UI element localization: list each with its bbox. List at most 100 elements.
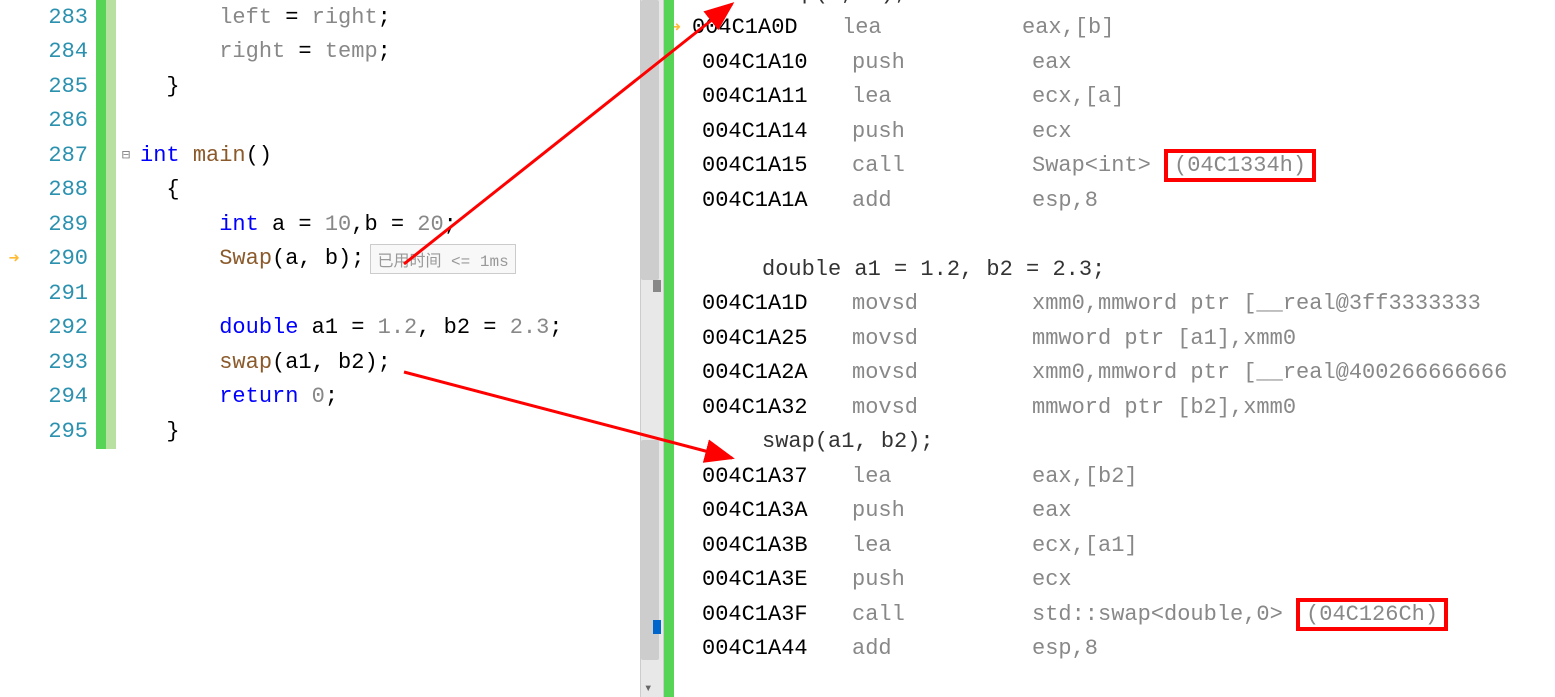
asm-mnemonic: push	[852, 50, 1032, 75]
highlighted-address: (04C1334h)	[1164, 149, 1316, 182]
asm-source-line[interactable]: swap(a1, b2);	[692, 425, 1555, 460]
code-text[interactable]: right = temp;	[136, 39, 391, 64]
change-indicator	[96, 207, 106, 242]
asm-address: 004C1A10	[702, 50, 852, 75]
asm-mnemonic: add	[852, 188, 1032, 213]
asm-address: 004C1A3B	[702, 533, 852, 558]
asm-operands: mmword ptr [a1],xmm0	[1032, 326, 1555, 351]
change-indicator	[106, 35, 116, 70]
source-code-pane[interactable]: 283 left = right;284 right = temp;285 }2…	[0, 0, 640, 697]
asm-line[interactable]: 004C1A2Amovsdxmm0,mmword ptr [__real@400…	[692, 356, 1555, 391]
asm-address: 004C1A3A	[702, 498, 852, 523]
code-text[interactable]: double a1 = 1.2, b2 = 2.3;	[136, 315, 563, 340]
line-number: 284	[28, 39, 96, 64]
change-indicator	[96, 69, 106, 104]
change-indicator	[96, 0, 106, 35]
code-text[interactable]: int main()	[136, 143, 272, 168]
source-line[interactable]: ➜290 Swap(a, b);已用时间 <= 1ms	[0, 242, 640, 277]
source-line[interactable]: 288 {	[0, 173, 640, 208]
line-number: 288	[28, 177, 96, 202]
asm-operands: xmm0,mmword ptr [__real@3ff3333333	[1032, 291, 1555, 316]
line-number: 285	[28, 74, 96, 99]
asm-line[interactable]: 004C1A3Epushecx	[692, 563, 1555, 598]
source-line[interactable]: 285 }	[0, 69, 640, 104]
line-number: 287	[28, 143, 96, 168]
asm-address: 004C1A25	[702, 326, 852, 351]
asm-line[interactable]: 004C1A25movsdmmword ptr [a1],xmm0	[692, 321, 1555, 356]
asm-line[interactable]: 004C1A3Bleaecx,[a1]	[692, 528, 1555, 563]
change-indicator	[96, 138, 106, 173]
source-line[interactable]: 286	[0, 104, 640, 139]
change-indicator	[106, 0, 116, 35]
change-indicator	[106, 276, 116, 311]
change-indicator	[106, 138, 116, 173]
scroll-down-icon[interactable]: ▾	[644, 680, 652, 697]
asm-operands: ecx	[1032, 119, 1555, 144]
line-number: 291	[28, 281, 96, 306]
change-indicator	[106, 380, 116, 415]
highlighted-address: (04C126Ch)	[1296, 598, 1448, 631]
change-indicator	[96, 414, 106, 449]
breakpoint-gutter[interactable]: ➜	[0, 246, 28, 271]
asm-line[interactable]: 004C1A37leaeax,[b2]	[692, 459, 1555, 494]
asm-line[interactable]: 004C1A44addesp,8	[692, 632, 1555, 667]
perf-tooltip: 已用时间 <= 1ms	[370, 244, 515, 274]
code-text[interactable]: {	[136, 177, 180, 202]
code-text[interactable]: int a = 10,b = 20;	[136, 212, 457, 237]
change-indicator	[106, 345, 116, 380]
asm-source-line[interactable]: double a1 = 1.2, b2 = 2.3;	[692, 252, 1555, 287]
asm-address: 004C1A1D	[702, 291, 852, 316]
line-number: 293	[28, 350, 96, 375]
source-line[interactable]: 283 left = right;	[0, 0, 640, 35]
asm-line[interactable]: 004C1A14pushecx	[692, 114, 1555, 149]
source-line[interactable]: 294 return 0;	[0, 380, 640, 415]
asm-address: 004C1A32	[702, 395, 852, 420]
fold-toggle[interactable]: ⊟	[116, 147, 136, 164]
asm-line[interactable]: 004C1A32movsdmmword ptr [b2],xmm0	[692, 390, 1555, 425]
asm-line[interactable]: 004C1A15callSwap<int> (04C1334h)	[692, 149, 1555, 184]
code-text[interactable]: swap(a1, b2);	[136, 350, 391, 375]
asm-operands: esp,8	[1032, 636, 1555, 661]
asm-mnemonic: lea	[842, 15, 1022, 40]
code-text[interactable]: }	[136, 74, 180, 99]
asm-line[interactable]: ➜004C1A0Dleaeax,[b]	[692, 11, 1555, 46]
asm-line[interactable]: 004C1A3Apusheax	[692, 494, 1555, 529]
source-line[interactable]: 291	[0, 276, 640, 311]
line-number: 286	[28, 108, 96, 133]
line-number: 290	[28, 246, 96, 271]
asm-mnemonic: call	[852, 602, 1032, 627]
change-indicator	[96, 380, 106, 415]
code-text[interactable]: }	[136, 419, 180, 444]
source-line[interactable]: 295 }	[0, 414, 640, 449]
code-text[interactable]: left = right;	[136, 5, 391, 30]
source-line[interactable]: 284 right = temp;	[0, 35, 640, 70]
asm-address: 004C1A15	[702, 153, 852, 178]
source-line[interactable]: 293 swap(a1, b2);	[0, 345, 640, 380]
source-line[interactable]: 292 double a1 = 1.2, b2 = 2.3;	[0, 311, 640, 346]
source-line[interactable]: 287 ⊟int main()	[0, 138, 640, 173]
asm-line[interactable]: 004C1A3Fcallstd::swap<double,0> (04C126C…	[692, 597, 1555, 632]
asm-line[interactable]	[692, 218, 1555, 253]
asm-source-line[interactable]: Swap(a, b);	[692, 0, 1555, 11]
asm-line[interactable]: 004C1A10pusheax	[692, 45, 1555, 80]
asm-mnemonic: lea	[852, 84, 1032, 109]
source-line[interactable]: 289 int a = 10,b = 20;	[0, 207, 640, 242]
disassembly-pane[interactable]: Swap(a, b);➜004C1A0Dleaeax,[b]004C1A10pu…	[664, 0, 1555, 697]
code-text[interactable]: Swap(a, b);	[136, 246, 364, 271]
line-number: 292	[28, 315, 96, 340]
change-indicator	[106, 69, 116, 104]
asm-line[interactable]: 004C1A1Aaddesp,8	[692, 183, 1555, 218]
asm-address: 004C1A14	[702, 119, 852, 144]
asm-source-text: Swap(a, b);	[692, 0, 907, 6]
change-indicator	[96, 276, 106, 311]
change-indicator	[96, 104, 106, 139]
asm-operands: mmword ptr [b2],xmm0	[1032, 395, 1555, 420]
code-text[interactable]: return 0;	[136, 384, 338, 409]
splitter-scrollbar[interactable]: ▾	[640, 0, 664, 697]
asm-operands: eax	[1032, 498, 1555, 523]
asm-mnemonic: add	[852, 636, 1032, 661]
asm-mnemonic: movsd	[852, 291, 1032, 316]
asm-address: 004C1A3F	[702, 602, 852, 627]
asm-line[interactable]: 004C1A1Dmovsdxmm0,mmword ptr [__real@3ff…	[692, 287, 1555, 322]
asm-line[interactable]: 004C1A11leaecx,[a]	[692, 80, 1555, 115]
